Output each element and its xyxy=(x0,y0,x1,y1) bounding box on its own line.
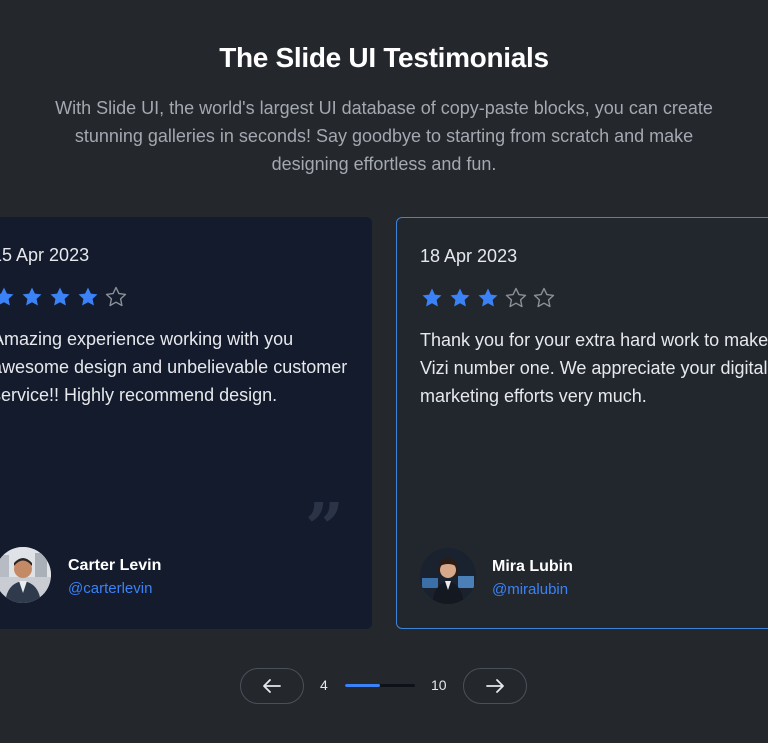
author-handle[interactable]: @miralubin xyxy=(492,581,568,598)
author-handle[interactable]: @carterlevin xyxy=(68,580,152,597)
arrow-right-icon xyxy=(486,679,504,693)
testimonial-card-active[interactable]: 18 Apr 2023 Thank you for your extra har… xyxy=(396,217,768,629)
star-filled-icon xyxy=(78,287,98,306)
star-filled-icon xyxy=(422,288,442,307)
avatar xyxy=(420,548,476,604)
testimonial-text: Thank you for your extra hard work to ma… xyxy=(420,330,768,406)
previous-button[interactable] xyxy=(240,668,304,704)
testimonial-date: 18 Apr 2023 xyxy=(420,246,518,266)
carousel-pagination: 4 10 xyxy=(0,668,768,704)
star-empty-icon xyxy=(533,287,555,308)
next-button[interactable] xyxy=(463,668,527,704)
testimonials-section: The Slide UI Testimonials With Slide UI,… xyxy=(0,0,768,743)
quote-icon: ” xyxy=(304,495,344,535)
author-name: Mira Lubin xyxy=(492,558,573,575)
star-filled-icon xyxy=(450,288,470,307)
section-subtitle: With Slide UI, the world's largest UI da… xyxy=(55,98,713,174)
total-pages: 10 xyxy=(431,677,447,693)
progress-track xyxy=(345,684,415,687)
section-title: The Slide UI Testimonials xyxy=(219,42,549,73)
star-rating xyxy=(420,286,556,310)
star-empty-icon xyxy=(505,287,527,308)
star-empty-icon xyxy=(105,286,127,307)
avatar xyxy=(0,547,51,603)
testimonial-card[interactable]: 15 Apr 2023 Amazing experience working w… xyxy=(0,217,372,629)
testimonial-date: 15 Apr 2023 xyxy=(0,245,90,265)
star-filled-icon xyxy=(478,288,498,307)
testimonial-text: Amazing experience working with you awes… xyxy=(0,329,348,405)
author-name: Carter Levin xyxy=(68,557,162,574)
star-rating xyxy=(0,285,128,309)
star-filled-icon xyxy=(50,287,70,306)
progress-fill xyxy=(345,684,380,687)
star-filled-icon xyxy=(22,287,42,306)
arrow-left-icon xyxy=(263,679,281,693)
current-page: 4 xyxy=(320,677,328,693)
star-filled-icon xyxy=(0,287,14,306)
